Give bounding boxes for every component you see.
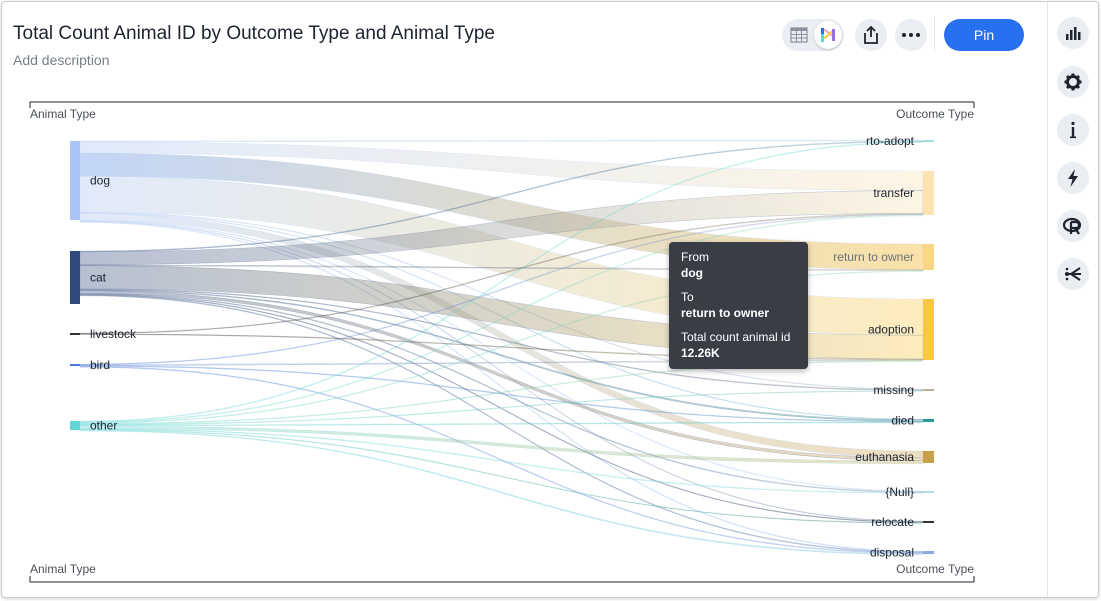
info-icon (1070, 121, 1076, 139)
tooltip-from-value: dog (681, 266, 703, 280)
source-label-cat: cat (90, 271, 107, 285)
target-label-return_to_owner: return to owner (833, 250, 914, 264)
tooltip-to-label: To (681, 290, 694, 304)
target-node-died (923, 419, 934, 422)
target-label-adoption: adoption (868, 323, 914, 337)
target-label-transfer: transfer (873, 186, 914, 200)
target-node-disposal (923, 551, 934, 554)
right-axis-label-bottom: Outcome Type (896, 562, 974, 576)
tooltip-from-label: From (681, 250, 709, 264)
settings-button[interactable] (1057, 66, 1089, 98)
tooltip-measure-value: 12.26K (681, 346, 720, 360)
spotter-button[interactable] (1057, 258, 1089, 290)
target-node-null (923, 491, 934, 493)
target-node-euthanasia (923, 451, 934, 463)
source-label-other: other (90, 419, 117, 433)
sankey-link-dog-to-rto_adopt (79, 139, 924, 143)
insights-button[interactable] (1057, 162, 1089, 194)
settings-icon (1064, 73, 1082, 91)
target-label-euthanasia: euthanasia (855, 450, 914, 464)
target-node-adoption (923, 299, 934, 360)
source-label-bird: bird (90, 358, 110, 372)
chart-tooltip: From dog To return to owner Total count … (669, 242, 808, 369)
target-node-relocate (923, 521, 934, 523)
tooltip-to-value: return to owner (681, 306, 770, 320)
target-label-null: {Null} (885, 485, 914, 499)
target-node-return_to_owner (923, 244, 934, 270)
right-sidebar (1047, 2, 1098, 597)
r-analysis-icon (1063, 217, 1082, 235)
target-label-died: died (891, 414, 914, 428)
source-node-bird (70, 364, 80, 366)
r-analysis-button[interactable] (1057, 210, 1089, 242)
source-node-other (70, 421, 80, 430)
spotter-icon (1065, 267, 1081, 281)
target-label-missing: missing (873, 383, 914, 397)
tooltip-measure-label: Total count animal id (681, 330, 791, 344)
source-node-livestock (70, 333, 80, 335)
chart-type-button[interactable] (1057, 17, 1089, 49)
left-axis-label-top: Animal Type (30, 107, 96, 121)
target-label-disposal: disposal (870, 546, 914, 560)
sankey-chart: Animal Type Outcome Type Animal Type Outcom… (29, 101, 975, 583)
target-label-rto_adopt: rto-adopt (866, 134, 915, 148)
target-node-missing (923, 389, 934, 391)
source-label-dog: dog (90, 174, 110, 188)
left-axis-label-bottom: Animal Type (30, 562, 96, 576)
right-axis-label-top: Outcome Type (896, 107, 974, 121)
lightning-icon (1068, 169, 1078, 187)
target-label-relocate: relocate (871, 515, 914, 529)
source-node-dog (70, 141, 80, 220)
target-node-rto_adopt (923, 140, 934, 142)
source-label-livestock: livestock (90, 327, 137, 341)
target-node-transfer (923, 171, 934, 215)
answer-card: Total Count Animal ID by Outcome Type an… (1, 1, 1099, 598)
info-button[interactable] (1057, 114, 1089, 146)
chart-type-icon (1066, 27, 1081, 40)
source-node-cat (70, 251, 80, 304)
